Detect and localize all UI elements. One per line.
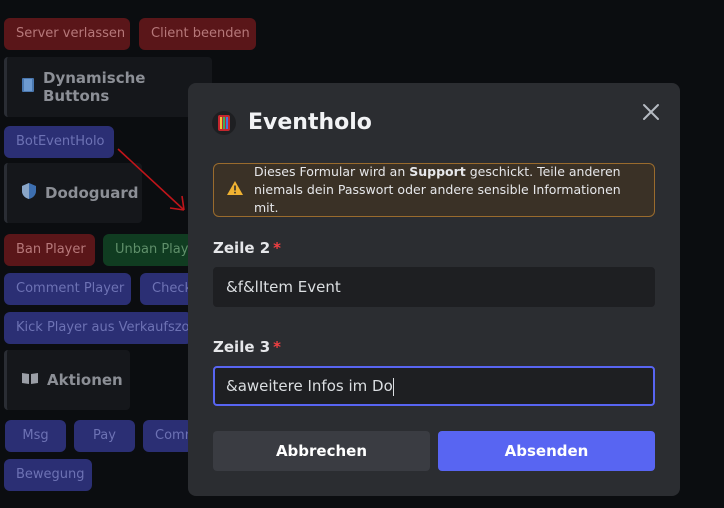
section-dynamic-buttons: Dynamische Buttons (4, 57, 212, 117)
unban-player-button[interactable]: Unban Player (103, 234, 193, 266)
field-label-zeile-3: Zeile 3 * (213, 338, 282, 356)
client-quit-button[interactable]: Client beenden (139, 18, 256, 50)
warning-text: Dieses Formular wird an Support geschick… (254, 164, 621, 215)
section-dynamic-label: Dynamische Buttons (43, 69, 146, 105)
kick-player-button[interactable]: Kick Player aus Verkaufszone (4, 312, 192, 344)
zeile-2-input[interactable]: &f&lItem Event (213, 267, 655, 307)
pay-button[interactable]: Pay (74, 420, 135, 452)
close-icon[interactable] (640, 101, 662, 123)
server-leave-button[interactable]: Server verlassen (4, 18, 130, 50)
bot-event-holo-button[interactable]: BotEventHolo (4, 126, 114, 158)
comm-button[interactable]: Comm (143, 420, 193, 452)
comment-player-button[interactable]: Comment Player (4, 273, 131, 305)
submit-button[interactable]: Absenden (438, 431, 655, 471)
section-actions: Aktionen (4, 350, 130, 410)
modal-title: Eventholo (248, 110, 372, 135)
app-icon (212, 110, 236, 135)
cancel-button[interactable]: Abbrechen (213, 431, 430, 471)
book-icon (21, 77, 35, 97)
open-book-icon (21, 371, 39, 389)
msg-button[interactable]: Msg (5, 420, 66, 452)
movement-button[interactable]: Bewegung (4, 459, 92, 491)
zeile-3-input[interactable]: &aweitere Infos im Do (213, 366, 655, 406)
shield-icon (21, 182, 37, 204)
arrow-annotation (117, 148, 185, 211)
warning-banner: Dieses Formular wird an Support geschick… (213, 163, 655, 217)
section-actions-label: Aktionen (47, 371, 123, 389)
check-button[interactable]: Check (140, 273, 194, 305)
modal-header: Eventholo (212, 110, 372, 135)
field-label-zeile-2: Zeile 2 * (213, 239, 282, 257)
warning-icon (226, 180, 244, 200)
ban-player-button[interactable]: Ban Player (4, 234, 95, 266)
modal-dialog: Eventholo Dieses Formular wird an Suppor… (188, 83, 680, 496)
